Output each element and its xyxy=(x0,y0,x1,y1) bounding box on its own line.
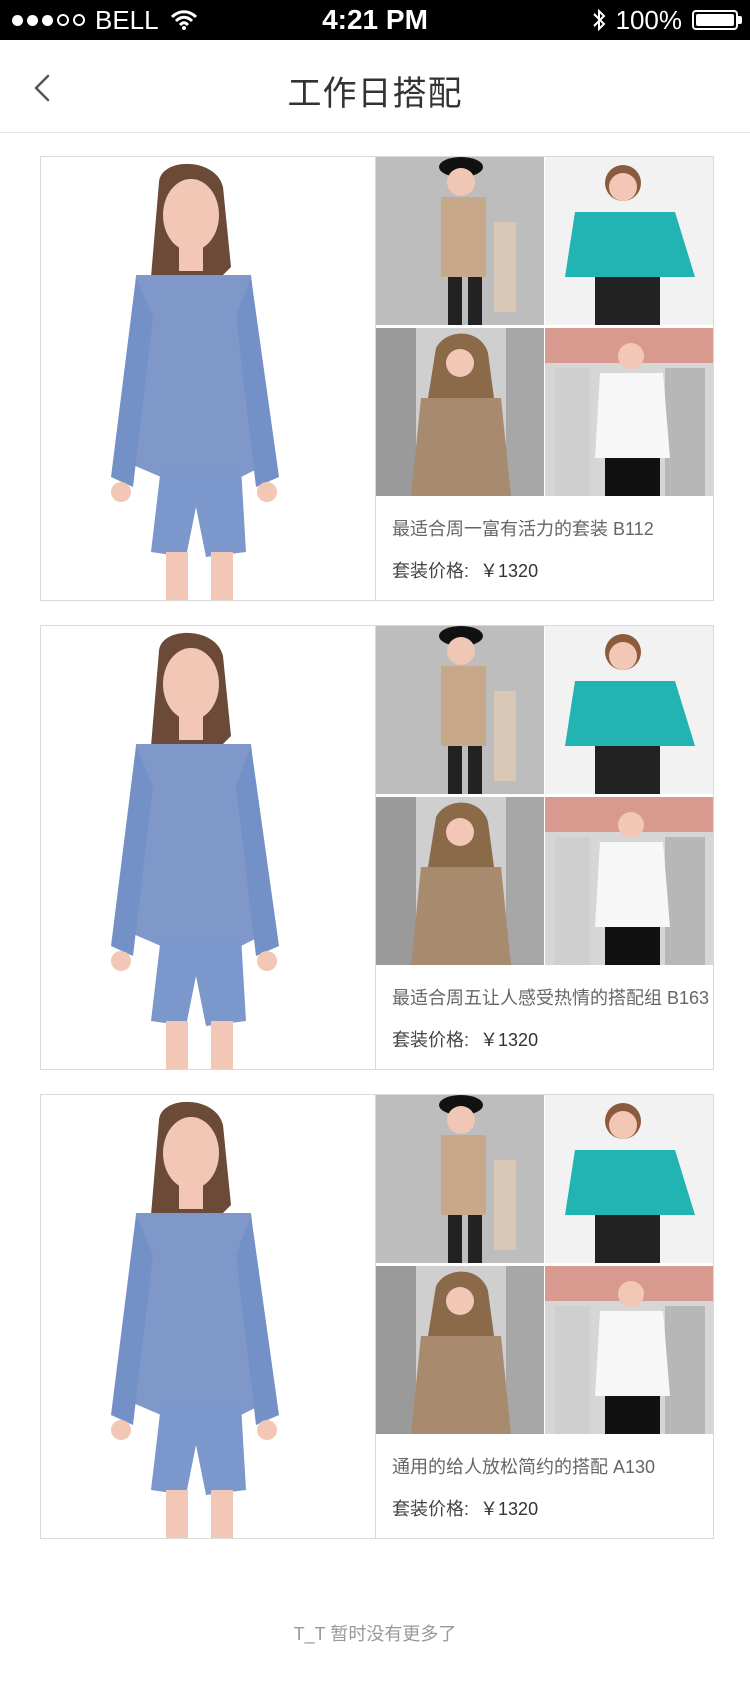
outfit-description: 通用的给人放松简约的搭配 A130 xyxy=(392,1457,656,1477)
page-title: 工作日搭配 xyxy=(287,75,463,113)
price-value: ￥1320 xyxy=(480,1499,539,1519)
outfit-image-hat-coat xyxy=(376,157,544,325)
outfit-tiles xyxy=(376,157,713,497)
outfit-card[interactable]: 最适合周五让人感受热情的搭配组 B163 套装价格: ￥1320 xyxy=(40,625,714,1070)
outfit-tiles xyxy=(376,626,713,966)
price-label: 套装价格: xyxy=(392,561,470,581)
outfit-info: 通用的给人放松简约的搭配 A130 套装价格: ￥1320 xyxy=(376,1435,713,1538)
outfit-description: 最适合周五让人感受热情的搭配组 B163 xyxy=(392,988,710,1008)
outfit-tiles xyxy=(376,1095,713,1435)
outfit-card[interactable]: 最适合周一富有活力的套装 B112 套装价格: ￥1320 xyxy=(40,156,714,601)
navigation-bar: 工作日搭配 xyxy=(0,40,750,133)
outfit-price: 套装价格: ￥1320 xyxy=(392,1495,713,1521)
outfit-image-green-top xyxy=(545,626,713,794)
outfit-image-hat-coat xyxy=(376,626,544,794)
no-more-message: T_T 暂时没有更多了 xyxy=(293,1624,457,1644)
outfit-info: 最适合周一富有活力的套装 B112 套装价格: ￥1320 xyxy=(376,497,713,600)
outfit-image-green-top xyxy=(545,157,713,325)
battery-icon xyxy=(692,10,742,30)
status-bar: BELL 4:21 PM 100% xyxy=(0,0,750,40)
outfit-image-hat-coat xyxy=(376,1095,544,1263)
outfit-image-white-shirt xyxy=(545,797,713,965)
outfit-image-street-coat xyxy=(376,797,544,965)
outfit-info: 最适合周五让人感受热情的搭配组 B163 套装价格: ￥1320 xyxy=(376,966,713,1069)
outfit-card[interactable]: 通用的给人放松简约的搭配 A130 套装价格: ￥1320 xyxy=(40,1094,714,1539)
outfit-price: 套装价格: ￥1320 xyxy=(392,557,713,583)
status-time: 4:21 PM xyxy=(322,4,428,35)
outfit-price: 套装价格: ￥1320 xyxy=(392,1026,713,1052)
outfit-description: 最适合周一富有活力的套装 B112 xyxy=(392,519,654,539)
outfit-main-image xyxy=(41,157,376,600)
price-label: 套装价格: xyxy=(392,1499,470,1519)
outfit-image-green-top xyxy=(545,1095,713,1263)
price-label: 套装价格: xyxy=(392,1030,470,1050)
outfit-image-street-coat xyxy=(376,328,544,496)
outfit-main-image xyxy=(41,1095,376,1538)
outfit-main-image xyxy=(41,626,376,1069)
price-value: ￥1320 xyxy=(480,1030,539,1050)
price-value: ￥1320 xyxy=(480,561,539,581)
outfit-image-street-coat xyxy=(376,1266,544,1434)
outfit-image-white-shirt xyxy=(545,1266,713,1434)
outfit-image-white-shirt xyxy=(545,328,713,496)
